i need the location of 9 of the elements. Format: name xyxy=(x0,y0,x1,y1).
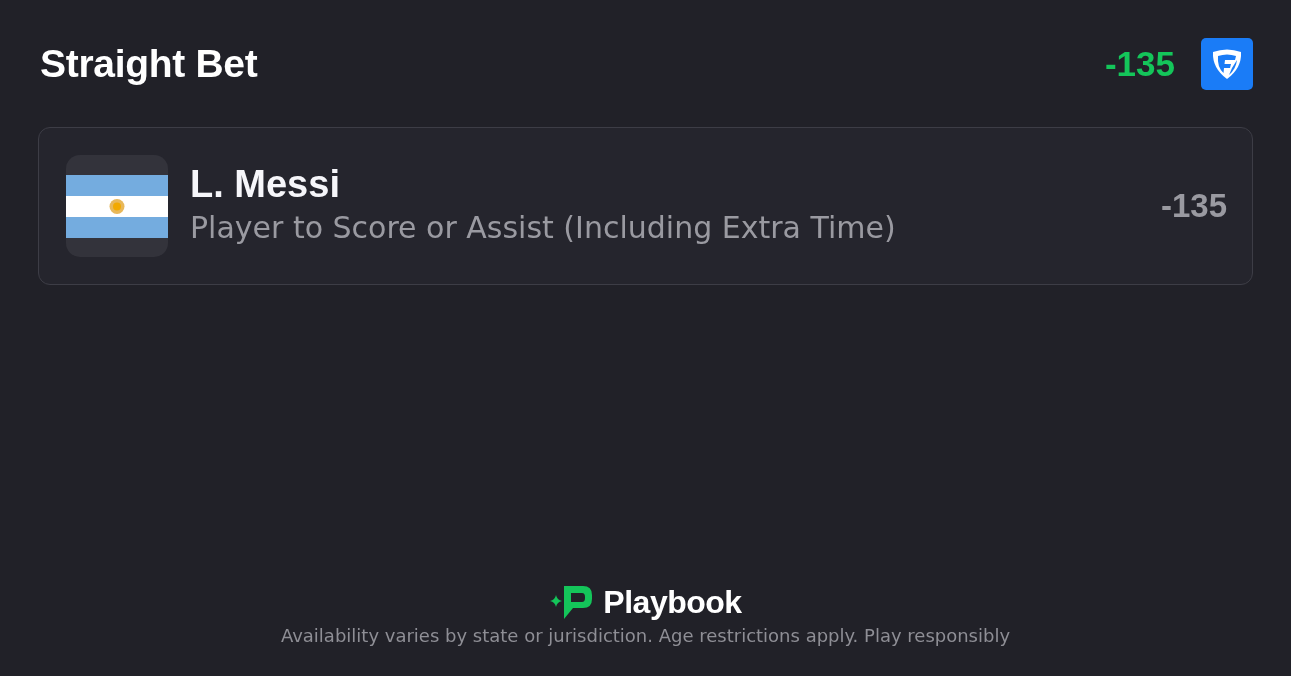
total-odds: -135 xyxy=(1104,44,1175,84)
market-label: Player to Score or Assist (Including Extra Time) xyxy=(190,209,897,247)
flag-icon xyxy=(66,155,168,257)
disclaimer-text: Availability varies by state or jurisdiction. Age restrictions apply. Play responsibly xyxy=(280,625,1011,646)
brand-name: Playbook xyxy=(603,584,742,621)
selection-odds: -135 xyxy=(1160,187,1227,225)
shield-logo-icon xyxy=(1201,38,1253,90)
player-name: L. Messi xyxy=(190,162,341,206)
bet-title: Straight Bet xyxy=(40,42,258,86)
